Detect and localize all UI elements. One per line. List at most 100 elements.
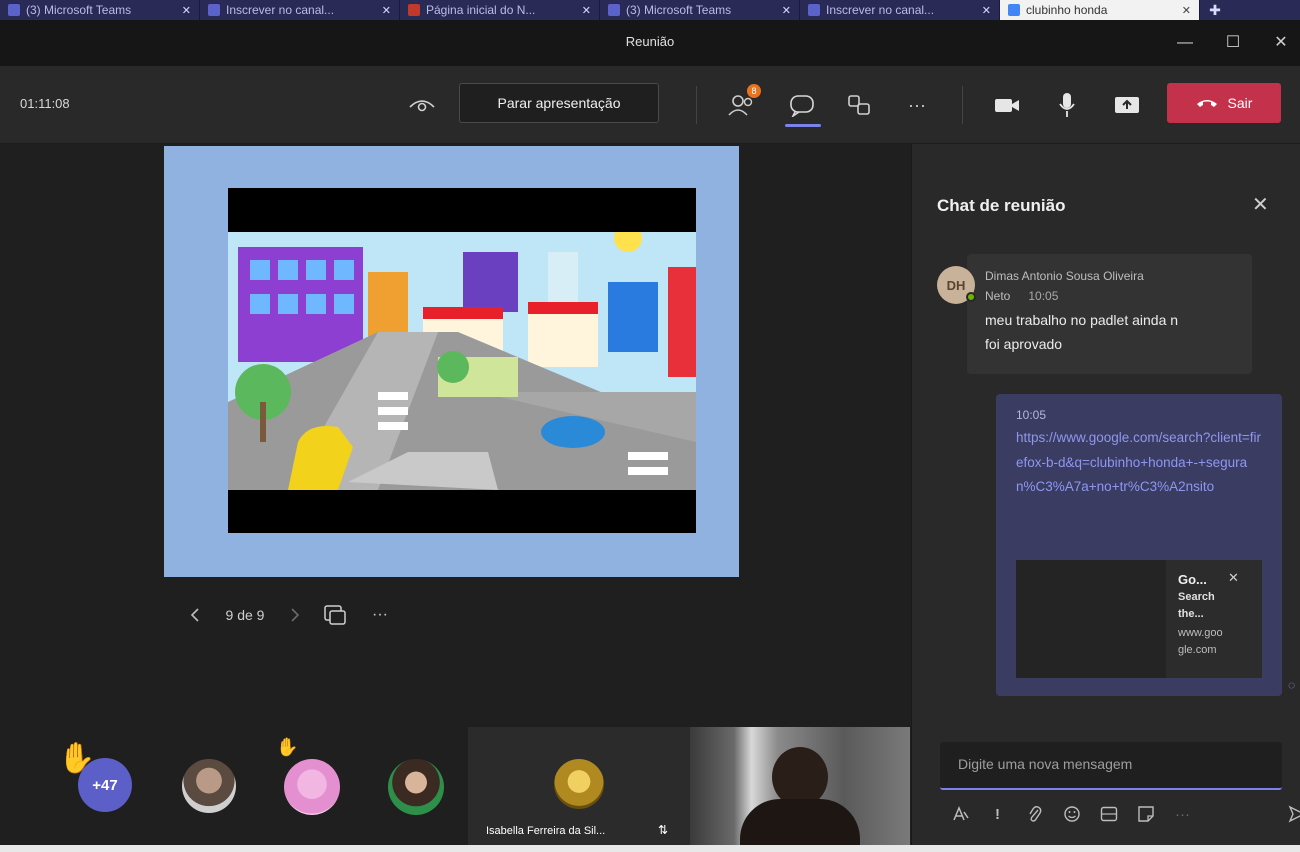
browser-tab-strip: (3) Microsoft Teams ✕ Inscrever no canal.… bbox=[0, 0, 1300, 20]
browser-tab[interactable]: (3) Microsoft Teams ✕ bbox=[600, 0, 800, 20]
leave-label: Sair bbox=[1227, 95, 1253, 111]
chat-title: Chat de reunião bbox=[937, 196, 1066, 215]
presentation-stage: 9 de 9 ··· bbox=[0, 144, 910, 727]
close-icon[interactable]: ✕ bbox=[982, 4, 991, 17]
close-icon[interactable]: ✕ bbox=[182, 4, 191, 17]
browser-tab[interactable]: Inscrever no canal... ✕ bbox=[800, 0, 1000, 20]
teams-icon bbox=[808, 4, 820, 16]
presence-indicator bbox=[966, 292, 976, 302]
participant-avatar[interactable] bbox=[388, 759, 444, 815]
close-icon[interactable]: ✕ bbox=[782, 4, 791, 17]
self-video-tile[interactable] bbox=[690, 727, 910, 845]
teams-icon bbox=[8, 4, 20, 16]
close-icon[interactable]: ✕ bbox=[382, 4, 391, 17]
new-tab-icon[interactable]: ✚ bbox=[1200, 0, 1230, 20]
send-icon[interactable] bbox=[1278, 799, 1300, 829]
slide-content bbox=[228, 188, 696, 533]
chat-message: Dimas Antonio Sousa Oliveira Neto 10:05 m… bbox=[967, 254, 1252, 374]
participant-avatar[interactable] bbox=[182, 759, 236, 813]
attach-icon[interactable] bbox=[1016, 799, 1053, 829]
meeting-timer: 01:11:08 bbox=[20, 96, 70, 111]
message-avatar[interactable]: DH bbox=[937, 266, 976, 304]
participants-badge: 8 bbox=[747, 84, 761, 98]
more-options-icon[interactable]: ··· bbox=[1164, 799, 1201, 829]
link-preview-image bbox=[1016, 560, 1166, 678]
window-title-bar: Reunião — ☐ ✕ bbox=[0, 20, 1300, 66]
leave-button[interactable]: Sair bbox=[1167, 83, 1281, 123]
eye-icon[interactable] bbox=[405, 88, 439, 122]
seen-icon: ◌ bbox=[1288, 678, 1296, 692]
stop-presenting-button[interactable]: Parar apresentação bbox=[459, 83, 659, 123]
shared-slide bbox=[164, 146, 739, 577]
message-author: Dimas Antonio Sousa Oliveira bbox=[985, 269, 1144, 283]
pin-icon[interactable]: ⇅ bbox=[658, 823, 668, 837]
message-text: foi aprovado bbox=[985, 336, 1063, 352]
window-close-icon[interactable]: ✕ bbox=[1266, 30, 1296, 56]
important-icon[interactable]: ! bbox=[979, 799, 1016, 829]
teams-icon bbox=[608, 4, 620, 16]
message-author-cont: Neto bbox=[985, 289, 1011, 303]
compose-message-input[interactable]: Digite uma nova mensagem bbox=[940, 742, 1282, 790]
participant-strip: +47 ✋ ✋ Isabella Ferreira da Sil... ⇅ bbox=[0, 727, 910, 845]
close-icon[interactable]: ✕ bbox=[1252, 192, 1269, 217]
more-options-icon[interactable]: ··· bbox=[900, 88, 934, 122]
slide-counter: 9 de 9 bbox=[225, 607, 265, 623]
browser-tab[interactable]: Inscrever no canal... ✕ bbox=[200, 0, 400, 20]
maximize-icon[interactable]: ☐ bbox=[1218, 30, 1248, 56]
raised-hand-icon: ✋ bbox=[276, 737, 299, 757]
format-icon[interactable] bbox=[942, 799, 979, 829]
own-chat-message: 10:05 https://www.google.com/search?clie… bbox=[996, 394, 1282, 696]
link-preview-card[interactable]: Go... Search the... www.goo gle.com ✕ bbox=[1016, 560, 1262, 678]
sticker-icon[interactable] bbox=[1127, 799, 1164, 829]
message-time: 10:05 bbox=[1016, 408, 1047, 422]
tab-label: Inscrever no canal... bbox=[226, 3, 335, 17]
tab-label: (3) Microsoft Teams bbox=[626, 3, 732, 17]
emoji-icon[interactable] bbox=[1053, 799, 1090, 829]
video-person bbox=[772, 747, 828, 807]
participant-tile[interactable]: Isabella Ferreira da Sil... ⇅ bbox=[468, 727, 690, 845]
close-icon[interactable]: ✕ bbox=[1228, 570, 1239, 586]
slide-navigation: 9 de 9 ··· bbox=[180, 604, 400, 626]
meeting-chat-panel: Chat de reunião ✕ Dimas Antonio Sousa Ol… bbox=[911, 144, 1300, 845]
compose-toolbar: ! ··· bbox=[942, 799, 1300, 829]
breakout-rooms-icon[interactable] bbox=[842, 88, 876, 122]
participant-avatar[interactable] bbox=[284, 759, 340, 815]
message-text: meu trabalho no padlet ainda n bbox=[985, 312, 1179, 328]
close-icon[interactable]: ✕ bbox=[1182, 4, 1191, 17]
close-icon[interactable]: ✕ bbox=[582, 4, 591, 17]
minimize-icon[interactable]: — bbox=[1170, 30, 1200, 56]
chevron-left-icon[interactable] bbox=[180, 607, 210, 623]
camera-icon[interactable] bbox=[990, 88, 1024, 122]
message-time: 10:05 bbox=[1028, 289, 1059, 303]
toolbar-divider bbox=[962, 86, 963, 124]
google-icon bbox=[1008, 4, 1020, 16]
preview-description: Search bbox=[1178, 591, 1215, 603]
share-screen-icon[interactable] bbox=[1110, 88, 1144, 122]
preview-domain: www.goo bbox=[1178, 627, 1223, 639]
preview-description: the... bbox=[1178, 608, 1204, 620]
tab-label: (3) Microsoft Teams bbox=[26, 3, 132, 17]
browser-tab[interactable]: (3) Microsoft Teams ✕ bbox=[0, 0, 200, 20]
raised-hand-icon: ✋ bbox=[58, 742, 96, 775]
browser-tab-active[interactable]: clubinho honda ✕ bbox=[1000, 0, 1200, 20]
taskbar-edge bbox=[0, 845, 1300, 852]
app-icon bbox=[408, 4, 420, 16]
slide-more-icon[interactable]: ··· bbox=[360, 606, 400, 624]
phone-hangup-icon bbox=[1196, 100, 1217, 107]
meeting-toolbar: 01:11:08 Parar apresentação 8 ··· Sair bbox=[0, 66, 1300, 144]
preview-domain: gle.com bbox=[1178, 644, 1217, 656]
chat-active-indicator bbox=[785, 124, 821, 127]
participants-icon[interactable]: 8 bbox=[725, 84, 761, 122]
participant-name: Isabella Ferreira da Sil... bbox=[486, 825, 606, 837]
microphone-icon[interactable] bbox=[1050, 88, 1084, 122]
browser-tab[interactable]: Página inicial do N... ✕ bbox=[400, 0, 600, 20]
teams-icon bbox=[208, 4, 220, 16]
city-illustration bbox=[228, 232, 696, 490]
gif-icon[interactable] bbox=[1090, 799, 1127, 829]
video-person-body bbox=[740, 799, 860, 845]
slide-grid-icon[interactable] bbox=[310, 604, 360, 626]
message-link[interactable]: https://www.google.com/search?client=fir… bbox=[1016, 426, 1262, 500]
window-title: Reunião bbox=[625, 34, 675, 49]
chat-icon[interactable] bbox=[785, 88, 819, 122]
chevron-right-icon[interactable] bbox=[280, 607, 310, 623]
